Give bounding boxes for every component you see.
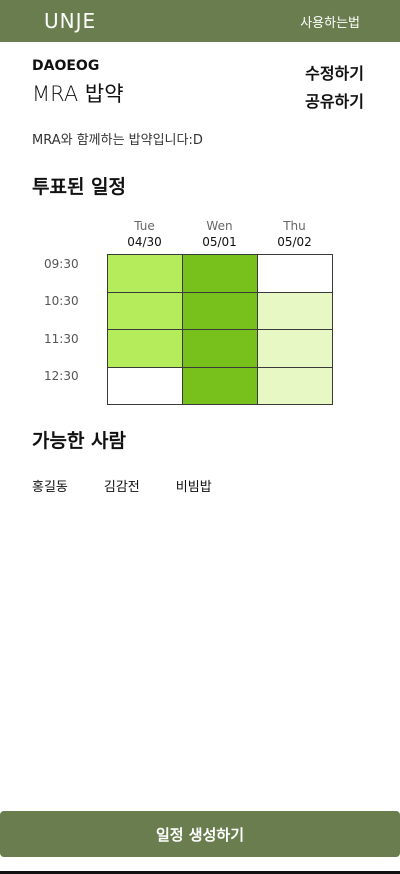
schedule-grid	[107, 254, 333, 406]
day-of-week: Thu	[283, 219, 306, 233]
schedule-cell-thu-0930[interactable]	[257, 254, 333, 293]
app-logo[interactable]: UNJE	[44, 9, 96, 33]
time-label-1230: 12:30	[44, 369, 79, 383]
schedule-cell-tue-1030[interactable]	[107, 291, 183, 330]
schedule-cell-wen-1030[interactable]	[182, 291, 258, 330]
how-to-use-link[interactable]: 사용하는법	[300, 12, 360, 31]
schedule-cell-tue-1230[interactable]	[107, 366, 183, 405]
day-date: 05/02	[277, 235, 312, 249]
time-label-0930: 09:30	[44, 257, 79, 271]
schedule-cell-tue-0930[interactable]	[107, 254, 183, 293]
share-button[interactable]: 공유하기	[305, 88, 364, 112]
create-schedule-button[interactable]: 일정 생성하기	[0, 811, 400, 857]
group-name: DAOEOG	[32, 58, 100, 74]
day-header-wen: Wen 05/01	[182, 219, 257, 249]
day-of-week: Tue	[134, 219, 155, 233]
day-date: 04/30	[127, 235, 162, 249]
app-root: UNJE 사용하는법 DAOEOG MRA 밥약 수정하기 공유하기 MRA와 …	[0, 0, 400, 874]
day-date: 05/01	[202, 235, 237, 249]
meeting-actions: 수정하기 공유하기	[305, 60, 364, 112]
voted-schedule-title: 투표된 일정	[32, 176, 127, 198]
person-name: 홍길동	[32, 480, 68, 495]
top-bar: UNJE 사용하는법	[0, 0, 400, 42]
person-name: 비빔밥	[175, 480, 212, 495]
edit-button[interactable]: 수정하기	[305, 60, 364, 84]
schedule-cell-wen-1230[interactable]	[182, 366, 258, 405]
person-name: 김감전	[103, 480, 140, 495]
people-list: 홍길동 김감전 비빔밥	[32, 476, 212, 495]
schedule-cell-wen-0930[interactable]	[182, 254, 258, 293]
day-of-week: Wen	[206, 219, 233, 233]
schedule-cell-tue-1130[interactable]	[107, 329, 183, 368]
available-people-title: 가능한 사람	[32, 430, 127, 452]
schedule-cell-thu-1230[interactable]	[257, 366, 333, 405]
schedule-cell-thu-1130[interactable]	[257, 329, 333, 368]
schedule-cell-thu-1030[interactable]	[257, 291, 333, 330]
time-label-1130: 11:30	[44, 332, 79, 346]
meeting-description: MRA와 함께하는 밥약입니다:D	[32, 133, 203, 148]
meeting-title: MRA 밥약	[32, 82, 124, 106]
day-header-tue: Tue 04/30	[107, 219, 182, 249]
schedule-cell-wen-1130[interactable]	[182, 329, 258, 368]
day-header-thu: Thu 05/02	[257, 219, 332, 249]
time-label-1030: 10:30	[44, 294, 79, 308]
